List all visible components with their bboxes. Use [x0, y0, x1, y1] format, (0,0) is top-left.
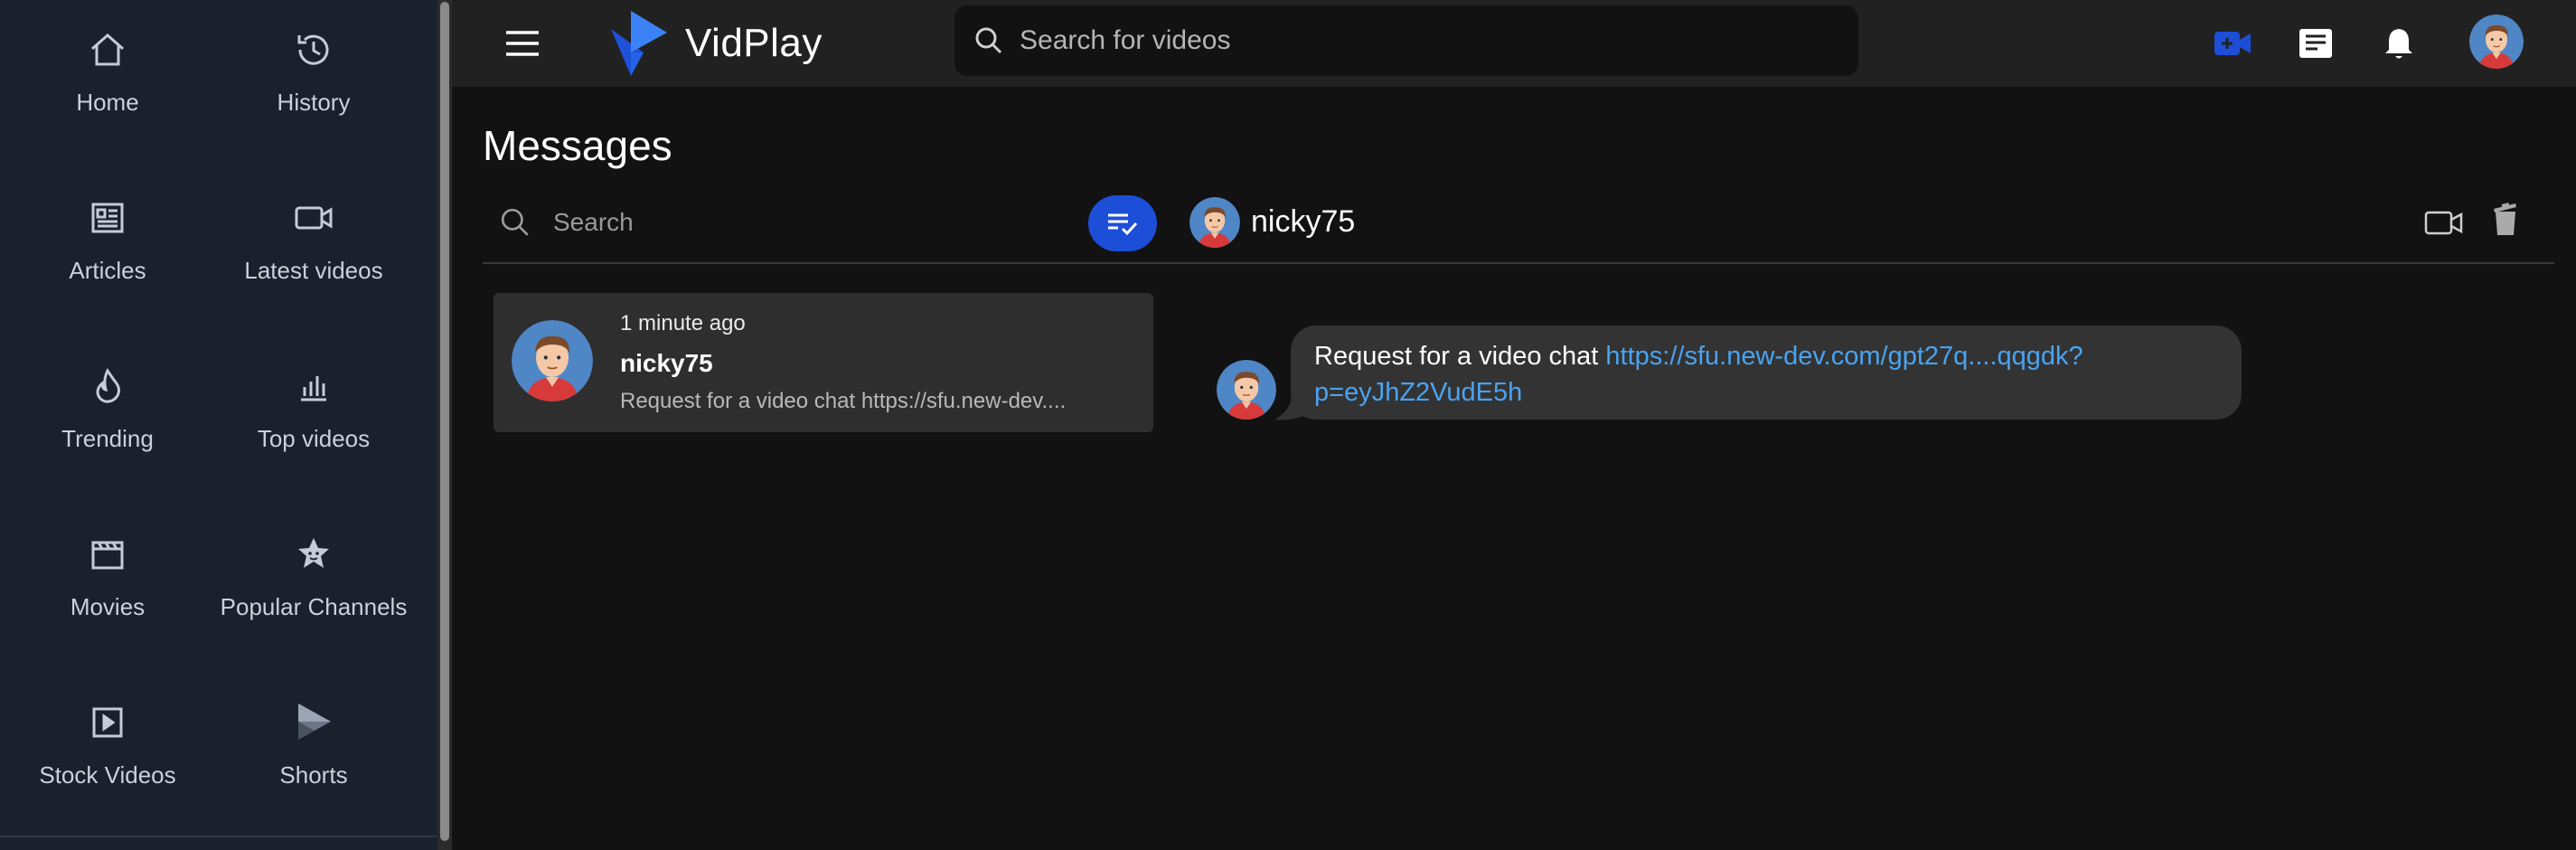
message-search-bar[interactable] — [483, 192, 1061, 253]
sidebar-item-label: Popular Channels — [220, 593, 408, 620]
sidebar-item-articles[interactable]: Articles — [4, 168, 212, 313]
articles-icon — [85, 195, 130, 241]
start-video-call-button[interactable] — [2422, 204, 2466, 241]
search-icon — [499, 206, 531, 239]
brand-name: VidPlay — [685, 21, 823, 65]
conversation-time: 1 minute ago — [620, 311, 746, 335]
sidebar-item-trending[interactable]: Trending — [4, 336, 212, 481]
page-title: Messages — [483, 122, 672, 169]
sidebar-item-label: Movies — [70, 593, 146, 620]
logo[interactable]: VidPlay — [607, 7, 823, 80]
conversation-name: nicky75 — [620, 349, 713, 377]
sidebar-divider — [0, 836, 437, 837]
sidebar-item-label: Latest videos — [244, 257, 383, 284]
sidebar-item-label: History — [277, 89, 351, 116]
sidebar-item-label: Top videos — [257, 425, 371, 452]
upload-video-button[interactable] — [2209, 20, 2256, 67]
trash-icon — [2494, 203, 2516, 235]
search-icon — [973, 24, 1005, 57]
video-search-bar[interactable] — [954, 5, 1858, 76]
hamburger-icon — [506, 31, 539, 56]
video-chat-link-part1: https://sfu.new-dev.com/gpt27q....qqgdk? — [1605, 342, 2083, 371]
mark-all-read-button[interactable] — [1088, 195, 1157, 251]
video-add-icon — [2214, 32, 2251, 55]
sidebar-item-movies[interactable]: Movies — [4, 505, 212, 649]
chat-header-divider — [483, 262, 2554, 264]
video-search-input[interactable] — [1018, 24, 1817, 57]
bar-chart-icon — [291, 364, 336, 409]
sidebar-item-label: Trending — [61, 425, 154, 452]
message-search-input[interactable] — [551, 207, 1061, 238]
sidebar: Home History Articles Latest videos Tren… — [0, 0, 437, 850]
message-body: Request for a video chat — [1314, 342, 1606, 371]
sidebar-scrollbar[interactable] — [437, 0, 452, 850]
message-text: Request for a video chat https://sfu.new… — [1314, 338, 2227, 411]
articles-button[interactable] — [2292, 20, 2339, 67]
sidebar-item-home[interactable]: Home — [4, 0, 212, 145]
conversation-item[interactable]: 1 minute ago nicky75 Request for a video… — [494, 293, 1153, 432]
sidebar-item-top-videos[interactable]: Top videos — [210, 336, 418, 481]
notifications-button[interactable] — [2375, 20, 2422, 67]
vidplay-logo-icon — [611, 11, 667, 76]
sidebar-item-label: Shorts — [279, 761, 348, 789]
avatar — [512, 320, 593, 401]
sidebar-item-history[interactable]: History — [210, 0, 418, 145]
bell-icon — [2385, 29, 2412, 59]
clapperboard-icon — [85, 532, 130, 577]
sidebar-item-label: Stock Videos — [39, 761, 176, 789]
scrollbar-thumb[interactable] — [440, 2, 449, 841]
sidebar-item-label: Home — [76, 89, 139, 116]
chat-contact-name: nicky75 — [1251, 204, 1356, 239]
chat-contact-avatar — [1189, 197, 1240, 248]
video-camera-icon — [2424, 211, 2463, 235]
video-camera-icon — [291, 195, 336, 241]
message-sender-avatar — [1217, 360, 1276, 420]
sidebar-item-latest-videos[interactable]: Latest videos — [210, 168, 418, 313]
flame-icon — [85, 364, 130, 409]
sidebar-item-label: Articles — [69, 257, 146, 284]
video-chat-link-part2: p=eyJhZ2VudE5h — [1314, 378, 1523, 407]
sidebar-item-shorts[interactable]: Shorts — [210, 673, 418, 817]
home-icon — [85, 27, 130, 72]
news-icon — [2299, 29, 2332, 58]
delete-conversation-button[interactable] — [2487, 199, 2524, 241]
play-square-icon — [85, 700, 130, 745]
hamburger-menu-button[interactable] — [501, 22, 544, 65]
playlist-check-icon — [1108, 213, 1138, 236]
conversation-preview: Request for a video chat https://sfu.new… — [620, 389, 1067, 413]
message-bubble: Request for a video chat https://sfu.new… — [1291, 326, 2242, 420]
sidebar-item-stock-videos[interactable]: Stock Videos — [4, 673, 212, 817]
star-badge-icon — [291, 532, 336, 577]
user-avatar[interactable] — [2469, 14, 2524, 69]
history-icon — [291, 27, 336, 72]
shorts-play-icon — [291, 700, 336, 745]
sidebar-item-popular-channels[interactable]: Popular Channels — [210, 505, 418, 649]
